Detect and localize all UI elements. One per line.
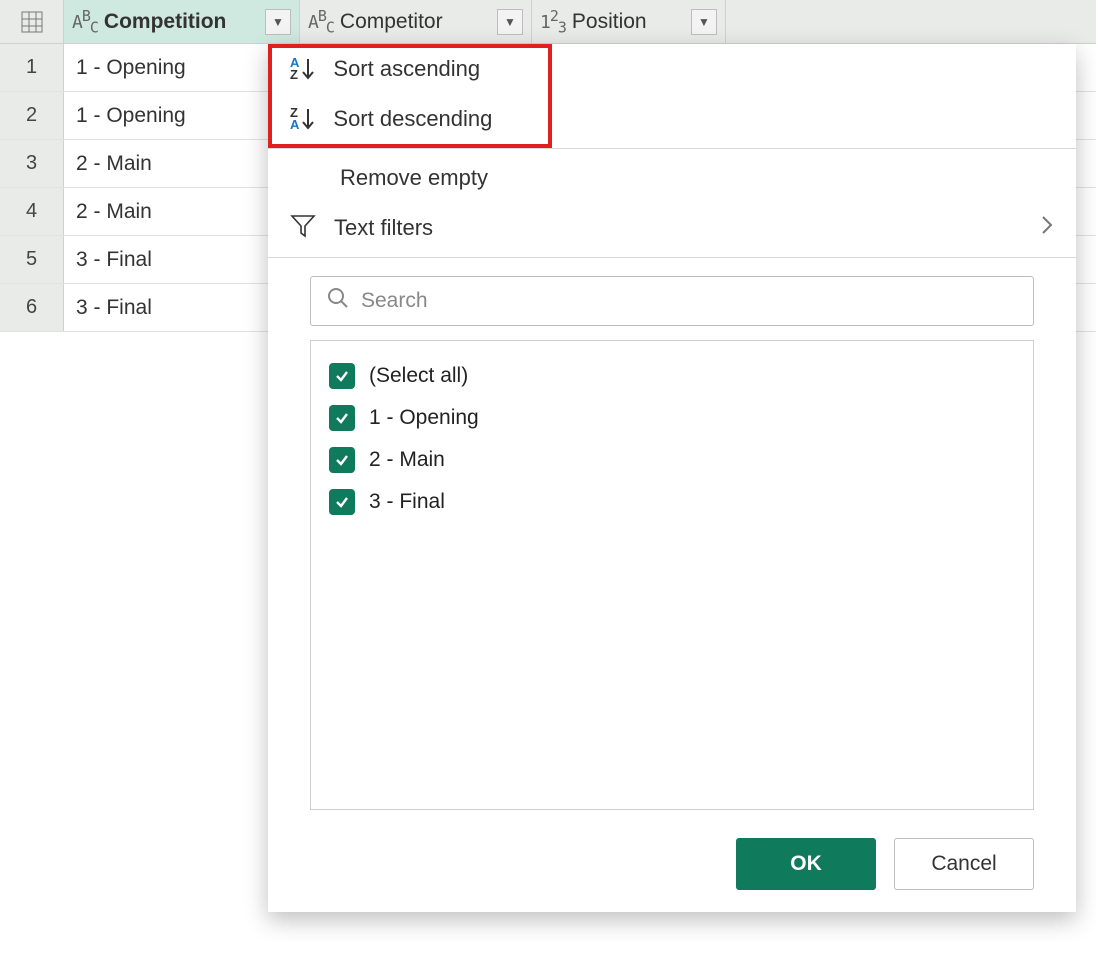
sort-desc-icon: ZA xyxy=(290,107,315,131)
filter-label: 1 - Opening xyxy=(369,406,479,430)
menu-label: Sort ascending xyxy=(333,56,480,82)
row-number[interactable]: 3 xyxy=(0,140,64,187)
filter-value-item[interactable]: 3 - Final xyxy=(329,481,1015,523)
text-filters-item[interactable]: Text filters xyxy=(268,203,1076,253)
column-header-competitor[interactable]: ABC Competitor ▼ xyxy=(300,0,532,43)
sort-ascending-item[interactable]: AZ Sort ascending xyxy=(268,44,1076,94)
cell-competition[interactable]: 2 - Main xyxy=(64,140,300,187)
filter-label: (Select all) xyxy=(369,364,468,388)
number-type-icon: 123 xyxy=(540,7,566,37)
search-placeholder: Search xyxy=(361,289,428,313)
checkbox-checked-icon[interactable] xyxy=(329,447,355,473)
row-number[interactable]: 5 xyxy=(0,236,64,283)
menu-separator xyxy=(268,257,1076,258)
checkbox-checked-icon[interactable] xyxy=(329,405,355,431)
filter-select-all[interactable]: (Select all) xyxy=(329,355,1015,397)
cancel-button[interactable]: Cancel xyxy=(894,838,1034,890)
column-name: Competition xyxy=(104,10,226,34)
menu-label: Remove empty xyxy=(340,165,488,191)
cell-competition[interactable]: 1 - Opening xyxy=(64,92,300,139)
menu-separator xyxy=(268,148,1076,149)
dialog-buttons: OK Cancel xyxy=(268,810,1076,890)
row-number[interactable]: 4 xyxy=(0,188,64,235)
filter-label: 2 - Main xyxy=(369,448,445,472)
filter-dropdown-button[interactable]: ▼ xyxy=(265,9,291,35)
filter-dropdown-button[interactable]: ▼ xyxy=(497,9,523,35)
cell-competition[interactable]: 3 - Final xyxy=(64,236,300,283)
button-label: Cancel xyxy=(931,852,996,876)
column-name: Position xyxy=(572,10,647,34)
select-all-corner[interactable] xyxy=(0,0,64,43)
filter-value-item[interactable]: 1 - Opening xyxy=(329,397,1015,439)
remove-empty-item[interactable]: Remove empty xyxy=(268,153,1076,203)
sort-descending-item[interactable]: ZA Sort descending xyxy=(268,94,1076,144)
sort-asc-icon: AZ xyxy=(290,57,315,81)
text-type-icon: ABC xyxy=(72,7,98,37)
filter-values-list[interactable]: (Select all) 1 - Opening 2 - Main 3 - Fi… xyxy=(310,340,1034,810)
header-row: ABC Competition ▼ ABC Competitor ▼ 123 P… xyxy=(0,0,1096,44)
button-label: OK xyxy=(790,852,822,876)
ok-button[interactable]: OK xyxy=(736,838,876,890)
column-header-position[interactable]: 123 Position ▼ xyxy=(532,0,726,43)
cell-competition[interactable]: 3 - Final xyxy=(64,284,300,331)
cell-competition[interactable]: 2 - Main xyxy=(64,188,300,235)
row-number[interactable]: 6 xyxy=(0,284,64,331)
filter-label: 3 - Final xyxy=(369,490,445,514)
column-header-competition[interactable]: ABC Competition ▼ xyxy=(64,0,300,43)
cell-competition[interactable]: 1 - Opening xyxy=(64,44,300,91)
column-name: Competitor xyxy=(340,10,443,34)
search-container: Search xyxy=(310,276,1034,326)
menu-label: Sort descending xyxy=(333,106,492,132)
filter-value-item[interactable]: 2 - Main xyxy=(329,439,1015,481)
search-input[interactable]: Search xyxy=(310,276,1034,326)
filter-dropdown-button[interactable]: ▼ xyxy=(691,9,717,35)
search-icon xyxy=(327,287,349,315)
checkbox-checked-icon[interactable] xyxy=(329,489,355,515)
column-filter-menu: AZ Sort ascending ZA Sort descending Rem… xyxy=(268,44,1076,912)
chevron-right-icon xyxy=(1040,214,1054,242)
funnel-icon xyxy=(290,212,316,244)
table-icon xyxy=(21,11,43,33)
row-number[interactable]: 1 xyxy=(0,44,64,91)
row-number[interactable]: 2 xyxy=(0,92,64,139)
checkbox-checked-icon[interactable] xyxy=(329,363,355,389)
text-type-icon: ABC xyxy=(308,7,334,37)
menu-label: Text filters xyxy=(334,215,433,241)
